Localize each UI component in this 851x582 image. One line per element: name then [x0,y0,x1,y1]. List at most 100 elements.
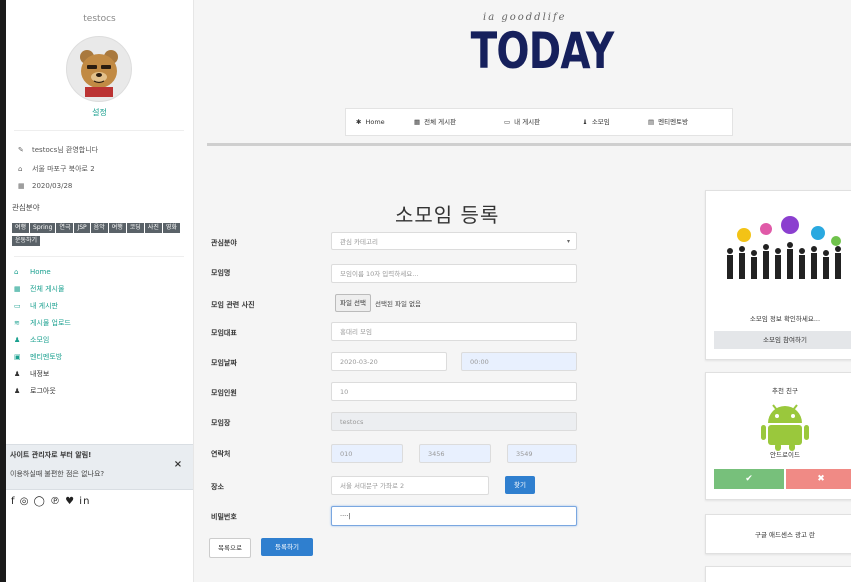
sidebar-item-all-posts[interactable]: ▦ 전체 게시물 [14,281,71,298]
group-card-caption: 소모임 정보 확인하세요... [749,315,821,323]
group-name-input[interactable]: 모임이름 10자 입력하세요... [331,264,577,283]
ad-card: 구글 애드센스 광고 란 [705,514,851,554]
image-icon: ▭ [504,118,511,126]
sidebar-item-label: 소모임 [30,336,50,344]
phone-middle-input[interactable]: 3456 [419,444,491,463]
tab-mentoring[interactable]: ▤ 멘티멘토방 [648,109,688,135]
password-input[interactable]: ····| [331,506,577,526]
label-date: 모임날짜 [211,359,237,367]
reject-friend-button[interactable]: ✖ [786,469,851,489]
app-frame: testocs 설정 ✎ testocs님 환영합니다 ⌂ 서울 마포구 북아로 2… [6,0,851,582]
alert-title: 사이트 관리자로 부터 알림! [10,451,92,459]
crowd-illustration-icon [727,216,841,279]
tab-label: 멘티멘토방 [658,118,689,126]
social-links[interactable]: f ◎ ◯ ℗ ♥ in [11,496,90,507]
sidebar-item-home[interactable]: ⌂ Home [14,264,71,281]
friend-card: 추천 친구 안드로이드 ✔ ✖ [705,372,851,500]
sidebar-item-label: 로그아웃 [30,387,56,395]
sidebar-item-label: 내 게시판 [30,302,58,310]
tab-my-posts[interactable]: ▭ 내 게시판 [504,109,540,135]
welcome-line: ✎ testocs님 환영합니다 [18,145,98,155]
address-input[interactable]: 서울 서대문구 가좌로 2 [331,476,489,495]
interest-tag: 사진 [144,223,162,233]
time-input[interactable]: 00:00 [461,352,577,371]
sidebar-item-label: 게시물 업로드 [30,319,71,327]
leader-input[interactable]: 홍대리 모임 [331,322,577,341]
pencil-icon: ✎ [18,146,24,154]
interest-tag: 여행 [12,223,30,233]
chevron-down-icon: ▾ [566,238,570,245]
sidebar-nav: ⌂ Home ▦ 전체 게시물 ▭ 내 게시판 ≋ 게시물 업로드 ♟ 소모임 ▣ 멘티멘토… [14,264,71,400]
date-text: 2020/03/28 [32,182,73,190]
sidebar-username: testocs [83,14,116,24]
bear-avatar-icon [80,50,118,97]
label-password: 비밀번호 [211,513,237,521]
tab-small-group[interactable]: ♝ 소모임 [582,109,610,135]
calendar-icon: ▣ [14,353,21,361]
join-group-button[interactable]: 소모임 참여하기 [714,331,851,349]
submit-button[interactable]: 등록하기 [261,538,313,556]
sidebar-item-my-posts[interactable]: ▭ 내 게시판 [14,298,71,315]
user-icon: ♟ [14,370,21,378]
main-content: ia gooddlife TODAY ✱ Home ▦ 전체 게시판 ▭ 내 게시판 … [193,0,851,582]
avatar[interactable] [66,36,132,102]
sidebar-item-label: Home [30,268,51,276]
accept-friend-button[interactable]: ✔ [714,469,784,489]
address-search-button[interactable]: 찾기 [505,476,535,494]
date-input[interactable]: 2020-03-20 [331,352,447,371]
calendar-icon: ▦ [18,182,25,190]
members-input[interactable]: 10 [331,382,577,401]
label-address: 장소 [211,483,224,491]
ad-text: 구글 애드센스 광고 란 [754,531,816,539]
sidebar-item-small-group[interactable]: ♟ 소모임 [14,332,71,349]
admin-alert: 사이트 관리자로 부터 알림! 이용하실때 불편한 점은 없나요? × [6,444,193,490]
sidebar-item-mentoring[interactable]: ▣ 멘티멘토방 [14,349,71,366]
sidebar-item-my-info[interactable]: ♟ 내정보 [14,366,71,383]
user-icon: ♟ [14,387,21,395]
site-logo[interactable]: TODAY [471,22,615,80]
interest-select[interactable]: 관심 카테고리 ▾ [331,232,577,250]
interest-tags: 여행 Spring 연극 JSP 음악 여행 코딩 사진 영화운동하기 [12,221,186,247]
phone-last-input[interactable]: 3549 [507,444,577,463]
interest-tag: JSP [74,223,90,233]
grid-icon: ▦ [414,118,421,126]
interest-tag: 영화 [162,223,180,233]
sidebar: testocs 설정 ✎ testocs님 환영합니다 ⌂ 서울 마포구 북아로 2… [6,0,194,582]
friend-card-title: 추천 친구 [772,387,798,395]
tab-label: 소모임 [591,118,610,126]
file-status: 선택된 파일 없음 [375,300,421,308]
sidebar-item-logout[interactable]: ♟ 로그아웃 [14,383,71,400]
sidebar-item-label: 멘티멘토방 [30,353,63,361]
interest-title: 관심분야 [12,203,40,212]
home-icon: ⌂ [14,268,19,276]
wifi-icon: ≋ [14,319,20,327]
label-group-id: 모임장 [211,419,231,427]
address-line: ⌂ 서울 마포구 북아로 2 [18,164,95,174]
settings-link[interactable]: 설정 [6,107,193,118]
welcome-text: testocs님 환영합니다 [32,146,99,154]
file-select-button[interactable]: 파일 선택 [335,294,371,312]
tab-label: 전체 게시판 [424,118,457,126]
sidebar-item-upload-post[interactable]: ≋ 게시물 업로드 [14,315,71,332]
back-to-list-button[interactable]: 목록으로 [209,538,251,558]
android-icon [761,404,809,451]
alert-message: 이용하실때 불편한 점은 없나요? [10,470,105,478]
phone-first-input[interactable]: 010 [331,444,403,463]
top-nav: ✱ Home ▦ 전체 게시판 ▭ 내 게시판 ♝ 소모임 ▤ 멘티멘토방 [345,108,733,136]
label-interest: 관심분야 [211,239,237,247]
form-title: 소모임 등록 [395,203,500,227]
tab-home[interactable]: ✱ Home [356,109,385,135]
label-photo: 모임 관련 사진 [211,301,255,309]
close-icon[interactable]: × [171,458,185,472]
friend-name: 안드로이드 [770,451,800,459]
tab-all-posts[interactable]: ▦ 전체 게시판 [414,109,456,135]
interest-tag: Spring [30,223,56,233]
tab-label: Home [365,118,385,126]
interest-tag: 연극 [56,223,74,233]
divider [14,130,184,131]
label-group-name: 모임명 [211,269,231,277]
label-leader: 모임대표 [211,329,237,337]
tab-label: 내 게시판 [514,118,541,126]
label-contact: 연락처 [211,450,231,458]
group-id-input: testocs [331,412,577,431]
